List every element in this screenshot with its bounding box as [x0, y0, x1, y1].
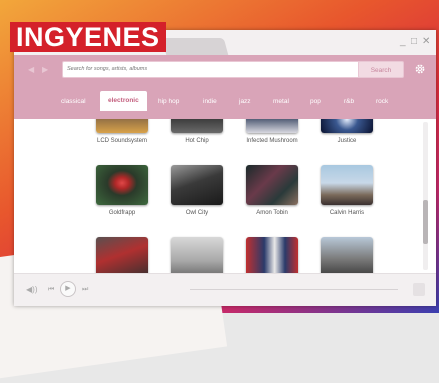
artist-name: Hot Chip: [185, 138, 209, 144]
maximize-button[interactable]: □: [411, 37, 417, 47]
artist-thumbnail: [321, 237, 373, 273]
back-arrow-icon[interactable]: ◀: [28, 65, 34, 74]
artist-card-hot-chip[interactable]: Hot Chip: [159, 119, 235, 144]
artist-name: Goldfrapp: [108, 210, 136, 216]
app-window: _ □ ✕ ◀ ▶ Search classical electronic hi…: [14, 30, 436, 306]
artist-thumbnail: [96, 237, 148, 273]
artist-name: Infected Mushroom: [246, 138, 298, 144]
tab-hip-hop[interactable]: hip hop: [158, 97, 179, 107]
scrollbar[interactable]: [423, 122, 428, 270]
artist-card-calvin-harris[interactable]: Calvin Harris: [309, 165, 385, 216]
tab-pop[interactable]: pop: [310, 97, 321, 107]
artist-thumbnail: [246, 165, 298, 205]
artist-card-row3-4[interactable]: [309, 237, 385, 273]
artist-thumbnail: [96, 119, 148, 133]
artist-card-goldfrapp[interactable]: Goldfrapp: [84, 165, 160, 216]
artist-card-row3-3[interactable]: [234, 237, 310, 273]
search-button[interactable]: Search: [358, 61, 404, 78]
forward-arrow-icon[interactable]: ▶: [42, 65, 48, 74]
save-icon[interactable]: [413, 283, 425, 296]
genre-tab-bar: classical electronic hip hop indie jazz …: [14, 87, 436, 119]
title-tab[interactable]: [161, 38, 229, 55]
artist-thumbnail: [246, 119, 298, 133]
tab-classical[interactable]: classical: [61, 97, 86, 107]
artist-thumbnail: [96, 165, 148, 205]
tab-indie[interactable]: indie: [203, 97, 217, 107]
previous-icon[interactable]: ⏮: [48, 285, 54, 295]
artist-thumbnail: [246, 237, 298, 273]
artist-name: Calvin Harris: [329, 210, 365, 216]
next-icon[interactable]: ⏭: [82, 285, 88, 295]
artist-card-row3-1[interactable]: [84, 237, 160, 273]
ingyenes-logo: INGYENES: [10, 22, 166, 52]
artist-card-row3-2[interactable]: [159, 237, 235, 273]
player-bar: ◀)) ⏮ ▶ ⏭: [14, 273, 436, 306]
artist-card-owl-city[interactable]: Owl City: [159, 165, 235, 216]
tab-jazz[interactable]: jazz: [239, 97, 251, 107]
tab-metal[interactable]: metal: [273, 97, 289, 107]
artist-thumbnail: [321, 165, 373, 205]
scrollbar-thumb[interactable]: [423, 200, 428, 244]
artist-name: Justice: [337, 138, 357, 144]
progress-bar[interactable]: [190, 289, 398, 290]
artist-thumbnail: [171, 165, 223, 205]
artist-grid: LCD Soundsystem Hot Chip Infected Mushro…: [14, 119, 436, 273]
artist-card-lcd-soundsystem[interactable]: LCD Soundsystem: [84, 119, 160, 144]
artist-card-amon-tobin[interactable]: Amon Tobin: [234, 165, 310, 216]
search-header: ◀ ▶ Search: [14, 55, 436, 87]
artist-name: Owl City: [185, 210, 209, 216]
volume-icon[interactable]: ◀)): [26, 285, 37, 295]
artist-thumbnail: [171, 119, 223, 133]
artist-name: LCD Soundsystem: [96, 138, 148, 144]
artist-thumbnail: [321, 119, 373, 133]
artist-name: Amon Tobin: [256, 210, 288, 216]
minimize-button[interactable]: _: [400, 37, 406, 47]
search-input[interactable]: [62, 61, 362, 78]
tab-rock[interactable]: rock: [376, 97, 388, 107]
artist-card-justice[interactable]: Justice: [309, 119, 385, 144]
gear-icon[interactable]: [414, 63, 426, 75]
artist-card-infected-mushroom[interactable]: Infected Mushroom: [234, 119, 310, 144]
artist-thumbnail: [171, 237, 223, 273]
tab-electronic[interactable]: electronic: [100, 91, 147, 111]
tab-rnb[interactable]: r&b: [344, 97, 354, 107]
play-icon[interactable]: ▶: [60, 281, 76, 297]
close-button[interactable]: ✕: [422, 37, 430, 47]
